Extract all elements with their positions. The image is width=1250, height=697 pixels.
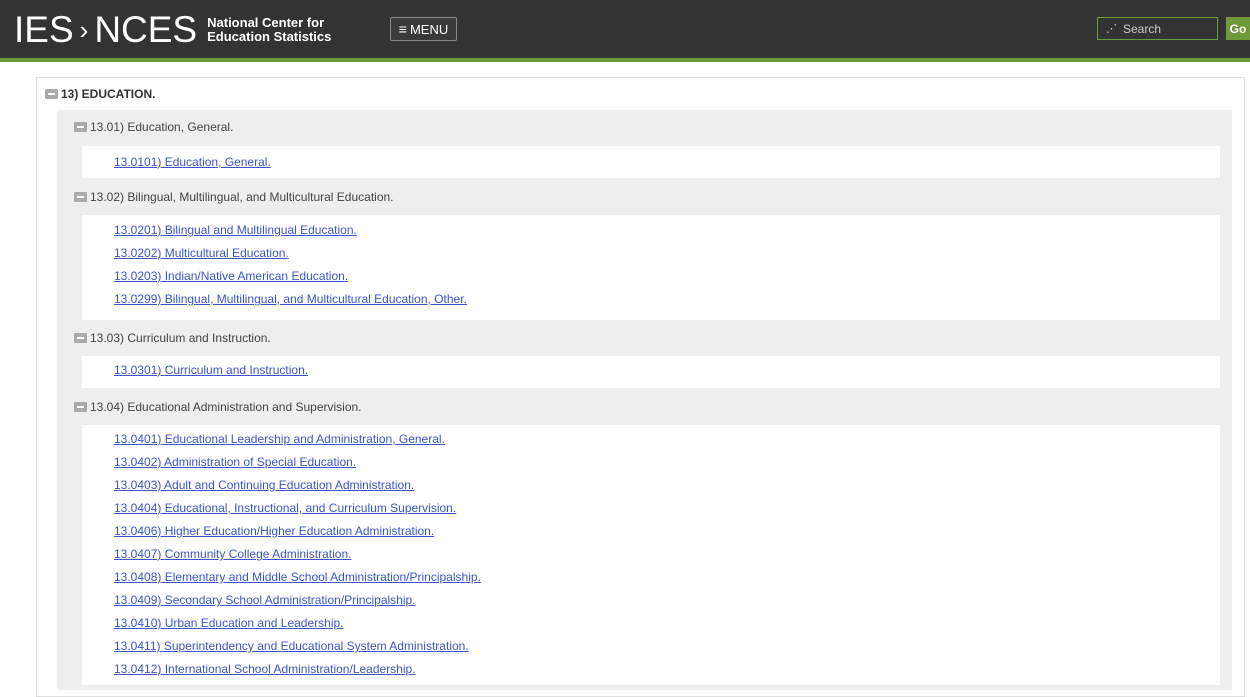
cip-link[interactable]: 13.0402) Administration of Special Educa…	[114, 454, 356, 470]
hamburger-icon: ≡	[398, 21, 407, 37]
group-label: 13.04) Educational Administration and Su…	[90, 400, 362, 414]
cip-link[interactable]: 13.0404) Educational, Instructional, and…	[114, 500, 456, 516]
cip-link[interactable]: 13.0410) Urban Education and Leadership.	[114, 615, 344, 631]
cip-link[interactable]: 13.0299) Bilingual, Multilingual, and Mu…	[114, 291, 467, 307]
cip-link[interactable]: 13.0201) Bilingual and Multilingual Educ…	[114, 222, 357, 238]
logo-ies-text: IES	[14, 9, 74, 50]
group-label: 13.01) Education, General.	[90, 120, 234, 134]
collapse-icon[interactable]	[74, 192, 87, 202]
tagline-line-2: Education Statistics	[207, 29, 332, 44]
group-label: 13.02) Bilingual, Multilingual, and Mult…	[90, 190, 394, 204]
group-header-13-02[interactable]: 13.02) Bilingual, Multilingual, and Mult…	[74, 187, 394, 207]
cip-link[interactable]: 13.0406) Higher Education/Higher Educati…	[114, 523, 434, 539]
search-icon: ⋰	[1106, 23, 1117, 35]
cip-link[interactable]: 13.0203) Indian/Native American Educatio…	[114, 268, 348, 284]
menu-label: MENU	[409, 21, 449, 37]
chevron-right-icon: ›	[79, 15, 89, 45]
search-input[interactable]	[1123, 21, 1203, 36]
collapse-icon[interactable]	[74, 402, 87, 412]
collapse-icon[interactable]	[45, 89, 58, 99]
menu-button[interactable]: ≡ MENU	[390, 17, 457, 41]
cip-link[interactable]: 13.0408) Elementary and Middle School Ad…	[114, 569, 481, 585]
cip-link[interactable]: 13.0301) Curriculum and Instruction.	[114, 362, 308, 378]
cip-link[interactable]: 13.0403) Adult and Continuing Education …	[114, 477, 414, 493]
cip-link[interactable]: 13.0411) Superintendency and Educational…	[114, 638, 469, 654]
tree-root-header[interactable]: 13) EDUCATION.	[45, 85, 155, 103]
collapse-icon[interactable]	[74, 122, 87, 132]
go-button[interactable]: Go	[1226, 17, 1250, 40]
group-header-13-03[interactable]: 13.03) Curriculum and Instruction.	[74, 328, 271, 348]
site-header: IES › NCES National Center for Education…	[0, 0, 1250, 62]
cip-link[interactable]: 13.0412) International School Administra…	[114, 661, 416, 677]
logo-nces-text: NCES	[94, 9, 198, 50]
group-header-13-01[interactable]: 13.01) Education, General.	[74, 117, 233, 137]
root-label: 13) EDUCATION.	[61, 87, 156, 101]
cip-link[interactable]: 13.0401) Educational Leadership and Admi…	[114, 431, 445, 447]
cip-link[interactable]: 13.0407) Community College Administratio…	[114, 546, 351, 562]
search-box: ⋰	[1097, 17, 1218, 40]
collapse-icon[interactable]	[74, 333, 87, 343]
cip-link[interactable]: 13.0101) Education, General.	[114, 154, 271, 170]
tagline-line-1: National Center for	[207, 15, 325, 30]
group-label: 13.03) Curriculum and Instruction.	[90, 331, 271, 345]
group-header-13-04[interactable]: 13.04) Educational Administration and Su…	[74, 397, 362, 417]
cip-link[interactable]: 13.0202) Multicultural Education.	[114, 245, 289, 261]
nces-logo[interactable]: IES › NCES National Center for Education…	[14, 10, 367, 50]
logo-tagline: National Center for Education Statistics	[207, 16, 367, 44]
cip-link[interactable]: 13.0409) Secondary School Administration…	[114, 592, 416, 608]
